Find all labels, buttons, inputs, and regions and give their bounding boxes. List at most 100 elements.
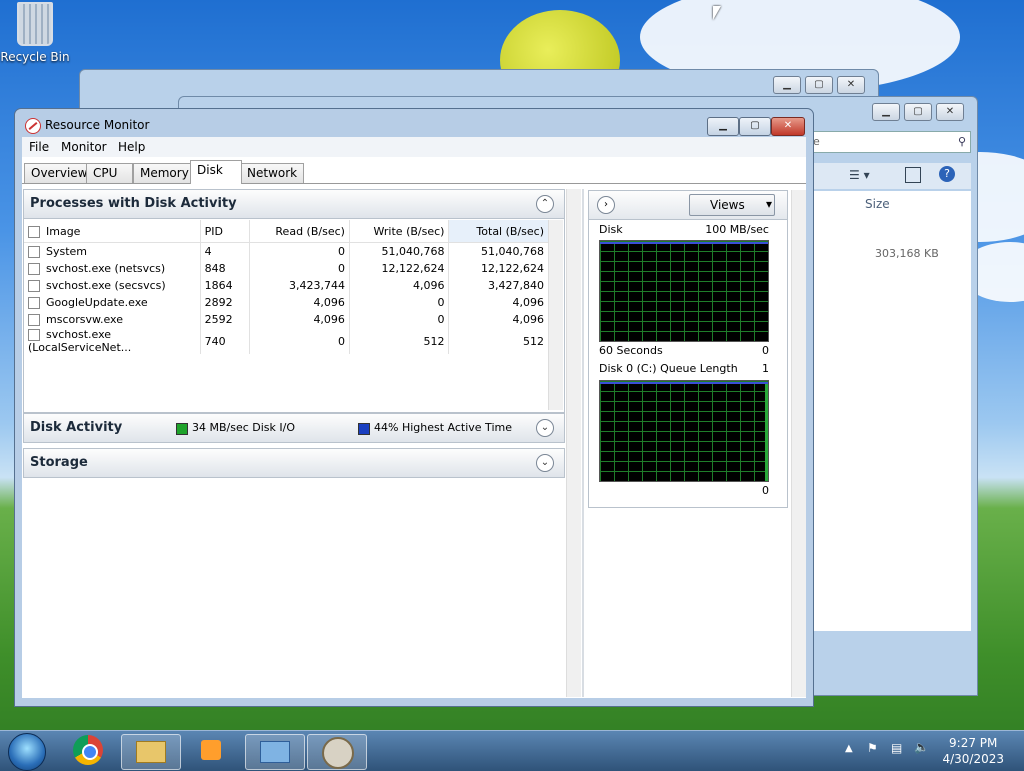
cell-pid: 740 bbox=[200, 328, 251, 354]
row-checkbox[interactable] bbox=[28, 297, 40, 309]
active-time-text: 44% Highest Active Time bbox=[374, 421, 512, 434]
minimize-button[interactable]: ▁ bbox=[872, 103, 900, 121]
preview-pane-icon[interactable] bbox=[905, 167, 921, 183]
main-scrollbar[interactable] bbox=[566, 189, 581, 697]
cell-pid: 4 bbox=[200, 242, 251, 260]
processes-title: Processes with Disk Activity bbox=[30, 196, 237, 211]
trash-icon bbox=[17, 2, 53, 46]
clock-time: 9:27 PM bbox=[949, 736, 998, 750]
row-checkbox[interactable] bbox=[28, 314, 40, 326]
media-player-icon[interactable] bbox=[183, 734, 241, 768]
cell-pid: 848 bbox=[200, 260, 251, 277]
chevron-up-icon[interactable]: ⌃ bbox=[536, 195, 554, 213]
cell-image: svchost.exe (netsvcs) bbox=[24, 260, 201, 277]
window-title: Resource Monitor bbox=[45, 118, 150, 132]
search-icon[interactable]: ⚲ bbox=[958, 132, 966, 152]
disk-graph-title: Disk bbox=[599, 223, 623, 236]
column-size[interactable]: Size bbox=[865, 197, 890, 211]
column-image[interactable]: Image bbox=[24, 220, 201, 243]
cell-write: 51,040,768 bbox=[349, 242, 450, 260]
column-pid[interactable]: PID bbox=[200, 220, 251, 243]
table-row[interactable]: svchost.exe (netsvcs) 848 0 12,122,624 12,12… bbox=[24, 260, 549, 277]
chevron-right-icon[interactable]: › bbox=[597, 196, 615, 214]
select-all-checkbox[interactable] bbox=[28, 225, 40, 238]
network-icon[interactable]: ▤ bbox=[891, 741, 902, 755]
row-checkbox[interactable] bbox=[28, 263, 40, 275]
file-explorer-icon[interactable] bbox=[121, 734, 181, 770]
graph-scrollbar[interactable] bbox=[791, 190, 806, 697]
menu-monitor[interactable]: Monitor bbox=[61, 140, 107, 154]
cell-pid: 2892 bbox=[200, 294, 251, 311]
cell-image: mscorsvw.exe bbox=[24, 311, 201, 328]
cell-write: 512 bbox=[349, 328, 450, 354]
file-size: 303,168 KB bbox=[875, 247, 939, 260]
maximize-button[interactable]: ▢ bbox=[805, 76, 833, 94]
table-row[interactable]: GoogleUpdate.exe 2892 4,096 0 4,096 bbox=[24, 294, 549, 311]
search-input[interactable]: ore ⚲ bbox=[799, 131, 971, 153]
queue-graph-max: 1 bbox=[762, 362, 769, 375]
tab-network[interactable]: Network bbox=[240, 163, 305, 183]
processes-scrollbar[interactable] bbox=[548, 220, 563, 410]
tab-cpu[interactable]: CPU bbox=[86, 163, 133, 183]
table-row[interactable]: mscorsvw.exe 2592 4,096 0 4,096 bbox=[24, 311, 549, 328]
queue-graph bbox=[599, 380, 769, 482]
row-checkbox[interactable] bbox=[28, 280, 40, 292]
close-button[interactable]: ✕ bbox=[936, 103, 964, 121]
cell-image: svchost.exe (secsvcs) bbox=[24, 277, 201, 294]
processes-header[interactable]: Processes with Disk Activity ⌃ bbox=[24, 190, 564, 219]
tab-disk[interactable]: Disk bbox=[190, 160, 242, 184]
show-hidden-icons-icon[interactable]: ▲ bbox=[845, 743, 853, 754]
views-label: Views bbox=[710, 198, 745, 212]
minimize-button[interactable]: ▁ bbox=[707, 117, 739, 136]
clock[interactable]: 9:27 PM 4/30/2023 bbox=[942, 735, 1004, 767]
minimize-button[interactable]: ▁ bbox=[773, 76, 801, 94]
resource-monitor-icon bbox=[25, 118, 41, 134]
maximize-button[interactable]: ▢ bbox=[904, 103, 932, 121]
start-button[interactable] bbox=[8, 733, 46, 771]
menu-file[interactable]: File bbox=[29, 140, 49, 154]
cell-total: 51,040,768 bbox=[448, 242, 549, 260]
tab-memory[interactable]: Memory bbox=[133, 163, 196, 183]
cell-read: 0 bbox=[249, 242, 350, 260]
help-icon[interactable]: ? bbox=[939, 166, 955, 182]
table-row[interactable]: svchost.exe (LocalServiceNet... 740 0 512 51… bbox=[24, 328, 549, 354]
storage-header[interactable]: Storage ⌄ bbox=[24, 449, 564, 478]
explorer-content: Size 303,168 KB bbox=[811, 191, 971, 631]
row-checkbox[interactable] bbox=[28, 329, 40, 341]
chevron-down-icon[interactable]: ⌄ bbox=[536, 419, 554, 437]
queue-graph-title: Disk 0 (C:) Queue Length bbox=[599, 362, 738, 375]
column-read[interactable]: Read (B/sec) bbox=[249, 220, 350, 243]
resource-monitor-taskbar-icon[interactable] bbox=[307, 734, 367, 770]
cell-image: GoogleUpdate.exe bbox=[24, 294, 201, 311]
maximize-button[interactable]: ▢ bbox=[739, 117, 771, 136]
cell-image: svchost.exe (LocalServiceNet... bbox=[24, 328, 201, 354]
disk-activity-title: Disk Activity bbox=[30, 420, 123, 435]
clock-date: 4/30/2023 bbox=[942, 752, 1004, 766]
action-center-icon[interactable]: ⚑ bbox=[867, 741, 878, 755]
volume-icon[interactable]: 🔈 bbox=[914, 740, 929, 754]
chevron-down-icon[interactable]: ⌄ bbox=[536, 454, 554, 472]
cell-read: 4,096 bbox=[249, 311, 350, 328]
close-button[interactable]: ✕ bbox=[771, 117, 805, 136]
recycle-bin-label: Recycle Bin bbox=[0, 50, 70, 64]
recycle-bin-icon[interactable]: Recycle Bin bbox=[0, 2, 70, 64]
control-panel-icon[interactable] bbox=[245, 734, 305, 770]
row-checkbox[interactable] bbox=[28, 246, 40, 258]
tab-bar: Overview CPU Memory Disk Network bbox=[22, 159, 806, 184]
views-button[interactable]: Views ▾ bbox=[689, 194, 775, 216]
disk-activity-header[interactable]: Disk Activity 34 MB/sec Disk I/O 44% Hig… bbox=[24, 414, 564, 443]
table-row[interactable]: System 4 0 51,040,768 51,040,768 bbox=[24, 242, 549, 260]
tab-overview[interactable]: Overview bbox=[24, 163, 95, 183]
processes-table: Image PID Read (B/sec) Write (B/sec) Tot… bbox=[24, 220, 549, 354]
table-row[interactable]: svchost.exe (secsvcs) 1864 3,423,744 4,096 3… bbox=[24, 277, 549, 294]
menu-help[interactable]: Help bbox=[118, 140, 145, 154]
column-total[interactable]: Total (B/sec) bbox=[448, 220, 549, 243]
resource-monitor-window[interactable]: Resource Monitor ▁ ▢ ✕ File Monitor Help… bbox=[14, 108, 814, 707]
explorer-toolbar: ☰ ▾ ? bbox=[811, 163, 971, 189]
pane-divider[interactable] bbox=[582, 189, 584, 697]
mouse-cursor-icon bbox=[713, 6, 721, 20]
close-button[interactable]: ✕ bbox=[837, 76, 865, 94]
view-options-icon[interactable]: ☰ ▾ bbox=[849, 168, 870, 182]
column-write[interactable]: Write (B/sec) bbox=[349, 220, 450, 243]
chrome-icon[interactable] bbox=[60, 734, 118, 768]
